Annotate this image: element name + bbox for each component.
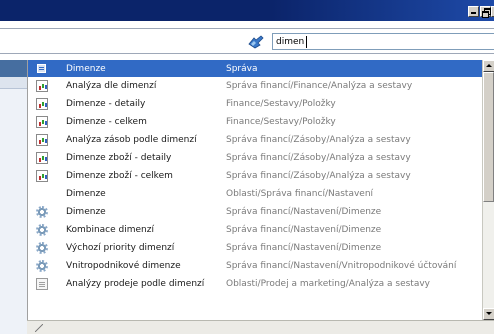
result-row[interactable]: Dimenze zboží - celkem Správa financí/Zá… <box>28 167 483 185</box>
search-results-dropdown: Dimenze Správa Analýza dle dimenzí Správ… <box>27 60 483 334</box>
text-caret <box>306 36 307 48</box>
restore-button[interactable] <box>480 6 491 18</box>
gear-icon <box>36 206 48 218</box>
result-row[interactable]: Dimenze - detaily Finance/Sestavy/Položk… <box>28 95 483 113</box>
result-name: Vnitropodnikové dimenze <box>66 261 181 271</box>
selected-result-row[interactable]: Dimenze Správa <box>28 60 483 77</box>
report-icon <box>36 152 48 164</box>
report-icon <box>36 80 48 92</box>
gear-icon <box>36 224 48 236</box>
report-icon <box>36 116 48 128</box>
search-bar <box>0 28 494 54</box>
gear-icon <box>36 242 48 254</box>
result-path: Oblasti/Správa financí/Nastavení <box>226 189 374 199</box>
result-path: Správa financí/Zásoby/Analýza a sestavy <box>226 135 411 145</box>
document-icon <box>36 278 48 290</box>
result-name: Dimenze <box>66 207 106 217</box>
result-path: Finance/Sestavy/Položky <box>226 99 336 109</box>
result-name: Dimenze zboží - celkem <box>66 171 173 181</box>
result-row[interactable]: Analýza zásob podle dimenzí Správa finan… <box>28 131 483 149</box>
result-name: Analýzy prodeje podle dimenzí <box>66 279 205 289</box>
navigation-pane-item[interactable] <box>0 77 27 89</box>
result-row[interactable]: Dimenze Oblasti/Správa financí/Nastavení <box>28 185 483 203</box>
result-name: Analýza zásob podle dimenzí <box>66 135 197 145</box>
result-name: Analýza dle dimenzí <box>66 81 157 91</box>
scroll-up-button[interactable] <box>483 60 494 72</box>
report-icon <box>36 98 48 110</box>
result-path: Správa financí/Zásoby/Analýza a sestavy <box>226 171 411 181</box>
result-row[interactable]: Kombinace dimenzí Správa financí/Nastave… <box>28 221 483 239</box>
result-name: Kombinace dimenzí <box>66 225 154 235</box>
result-name: Dimenze <box>66 189 106 199</box>
search-icon <box>248 35 264 49</box>
result-path: Správa financí/Zásoby/Analýza a sestavy <box>226 153 411 163</box>
report-icon <box>36 170 48 182</box>
result-path: Správa financí/Finance/Analýza a sestavy <box>226 81 413 91</box>
result-row[interactable]: Analýzy prodeje podle dimenzí Oblasti/Pr… <box>28 275 483 293</box>
scroll-thumb[interactable] <box>483 72 494 202</box>
result-path: Správa <box>226 64 258 74</box>
result-name: Dimenze zboží - detaily <box>66 153 172 163</box>
result-row[interactable]: Vnitropodnikové dimenze Správa financí/N… <box>28 257 483 275</box>
gear-icon <box>36 260 48 272</box>
result-row[interactable]: Dimenze - celkem Finance/Sestavy/Položky <box>28 113 483 131</box>
result-path: Správa financí/Nastavení/Dimenze <box>226 243 382 253</box>
result-path: Oblasti/Prodej a marketing/Analýza a ses… <box>226 279 431 289</box>
result-name: Dimenze - detaily <box>66 99 146 109</box>
scroll-down-button[interactable] <box>483 308 494 320</box>
dropdown-footer <box>27 320 494 334</box>
result-path: Správa financí/Nastavení/Vnitropodnikové… <box>226 261 457 271</box>
result-row[interactable]: Výchozí priority dimenzí Správa financí/… <box>28 239 483 257</box>
result-row[interactable]: Analýza dle dimenzí Správa financí/Finan… <box>28 77 483 95</box>
result-path: Finance/Sestavy/Položky <box>226 117 336 127</box>
navigation-pane-header <box>0 60 27 77</box>
navigation-pane-edge <box>0 60 27 334</box>
window-titlebar <box>0 0 494 21</box>
report-icon <box>36 134 48 146</box>
result-path: Správa financí/Nastavení/Dimenze <box>226 207 382 217</box>
list-icon <box>37 64 46 73</box>
result-name: Dimenze <box>66 64 106 74</box>
minimize-button[interactable] <box>468 6 479 17</box>
resize-grip-icon[interactable] <box>35 324 43 332</box>
result-row[interactable]: Dimenze zboží - detaily Správa financí/Z… <box>28 149 483 167</box>
result-name: Dimenze - celkem <box>66 117 147 127</box>
result-row[interactable]: Dimenze Správa financí/Nastavení/Dimenze <box>28 203 483 221</box>
result-name: Výchozí priority dimenzí <box>66 243 175 253</box>
vertical-scrollbar[interactable] <box>482 60 494 320</box>
result-path: Správa financí/Nastavení/Dimenze <box>226 225 382 235</box>
